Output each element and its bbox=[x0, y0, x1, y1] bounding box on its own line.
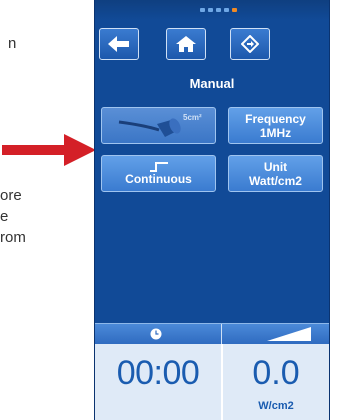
intensity-ramp-icon bbox=[267, 327, 311, 341]
unit-label: Unit bbox=[263, 159, 288, 174]
manual-text-fragment: rom bbox=[0, 229, 26, 246]
arrow-left-icon bbox=[108, 36, 129, 52]
progress-dots bbox=[200, 8, 237, 12]
frequency-label: Frequency bbox=[245, 111, 306, 126]
back-button[interactable] bbox=[99, 28, 139, 60]
home-icon bbox=[176, 36, 196, 52]
manual-text-fragment: e bbox=[0, 208, 9, 225]
manual-text-fragment: n bbox=[8, 35, 17, 52]
status-strip bbox=[95, 0, 329, 20]
diamond-arrow-icon bbox=[241, 35, 259, 53]
treatment-head-button[interactable]: 5cm² bbox=[101, 107, 216, 144]
status-divider bbox=[221, 324, 222, 344]
ultrasound-head-icon: 5cm² bbox=[118, 113, 202, 137]
home-button[interactable] bbox=[166, 28, 206, 60]
frequency-value: 1MHz bbox=[259, 125, 292, 140]
manual-text-fragment: ore bbox=[0, 187, 22, 204]
settings-button[interactable] bbox=[230, 28, 270, 60]
callout-arrow bbox=[2, 134, 96, 166]
screen-title: Manual bbox=[189, 76, 235, 91]
indicator-bar bbox=[95, 323, 329, 344]
clock-icon bbox=[150, 328, 162, 340]
head-size-label: 5cm² bbox=[183, 113, 202, 122]
time-display: 00:00 bbox=[116, 354, 200, 392]
intensity-value: 0.0 bbox=[252, 354, 300, 392]
intensity-unit: W/cm2 bbox=[258, 400, 294, 412]
mode-button[interactable]: Continuous bbox=[101, 155, 216, 192]
unit-button[interactable]: Unit Watt/cm2 bbox=[228, 155, 323, 192]
unit-value: Watt/cm2 bbox=[249, 173, 302, 188]
device-screen: Manual 5cm² Frequency 1MHz Continuous Un… bbox=[94, 0, 330, 420]
frequency-button[interactable]: Frequency 1MHz bbox=[228, 107, 323, 144]
continuous-wave-icon bbox=[149, 161, 168, 172]
mode-label: Continuous bbox=[125, 171, 192, 186]
readout-panel: 00:00 0.0 W/cm2 bbox=[95, 344, 329, 420]
